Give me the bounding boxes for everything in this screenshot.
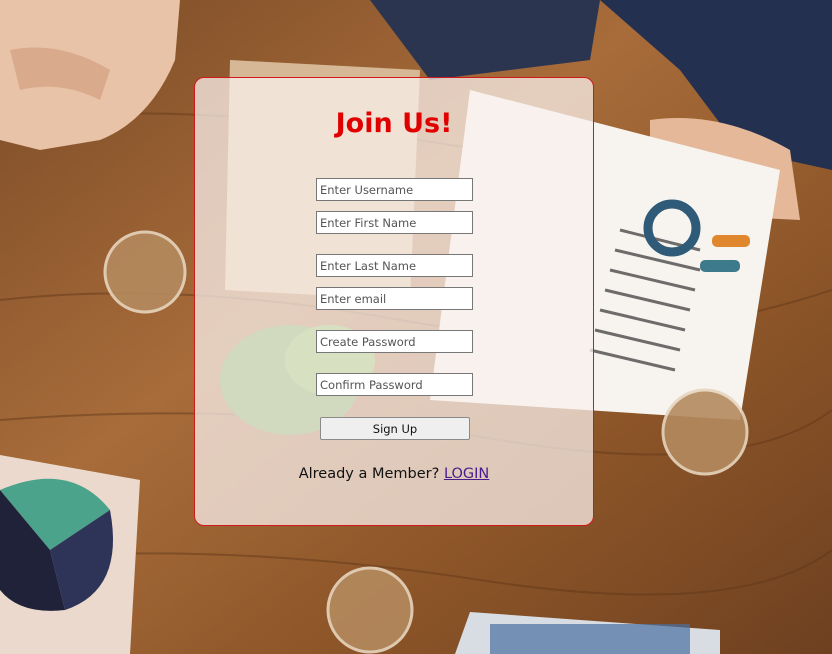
- email-input[interactable]: [316, 287, 473, 310]
- sign-up-button[interactable]: Sign Up: [320, 417, 470, 440]
- confirm-password-input[interactable]: [316, 373, 473, 396]
- first-name-input[interactable]: [316, 211, 473, 234]
- last-name-input[interactable]: [316, 254, 473, 277]
- page-title: Join Us!: [335, 108, 453, 139]
- signup-card: Join Us! Sign Up Already a Member? LOGIN: [194, 77, 594, 526]
- member-text: Already a Member?: [298, 466, 440, 482]
- member-prompt: Already a Member? LOGIN: [195, 466, 593, 482]
- username-input[interactable]: [316, 178, 473, 201]
- login-link[interactable]: LOGIN: [444, 466, 489, 482]
- create-password-input[interactable]: [316, 330, 473, 353]
